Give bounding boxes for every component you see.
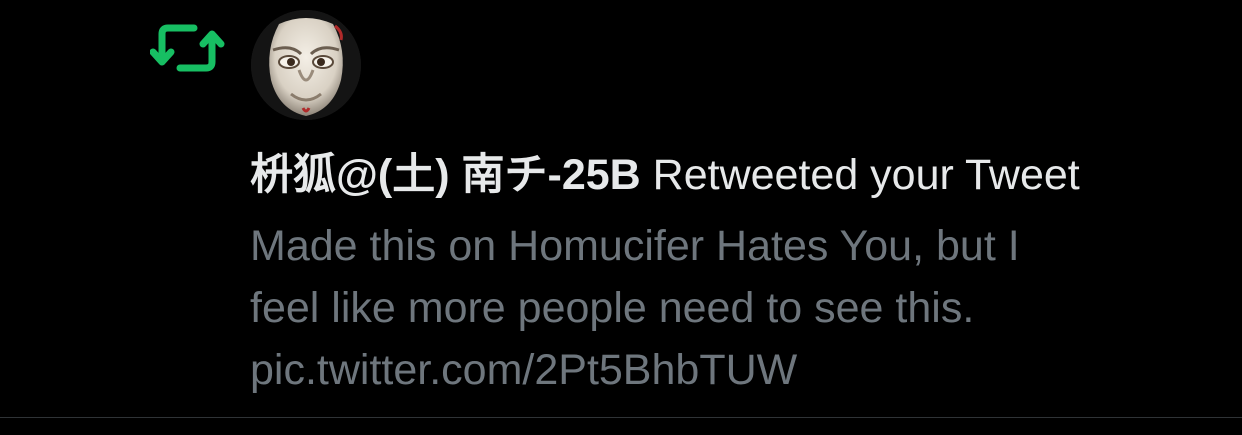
tweet-link[interactable]: pic.twitter.com/2Pt5BhbTUW	[250, 339, 1210, 401]
user-name[interactable]: 枡狐@(土) 南チ-25B	[250, 151, 641, 199]
retweet-notification[interactable]: 枡狐@(土) 南チ-25B Retweeted your Tweet Made …	[0, 0, 1242, 417]
retweet-icon	[149, 20, 226, 76]
avatar[interactable]	[251, 10, 361, 120]
action-text: Retweeted your Tweet	[640, 151, 1080, 199]
notification-headline: 枡狐@(土) 南チ-25B Retweeted your Tweet	[250, 148, 1230, 202]
mask-avatar-image	[251, 10, 361, 120]
divider	[0, 417, 1242, 418]
tweet-text-line: Made this on Homucifer Hates You, but I	[250, 222, 1020, 270]
tweet-text[interactable]: Made this on Homucifer Hates You, but I …	[250, 215, 1210, 401]
tweet-text-line: feel like more people need to see this.	[250, 284, 975, 332]
